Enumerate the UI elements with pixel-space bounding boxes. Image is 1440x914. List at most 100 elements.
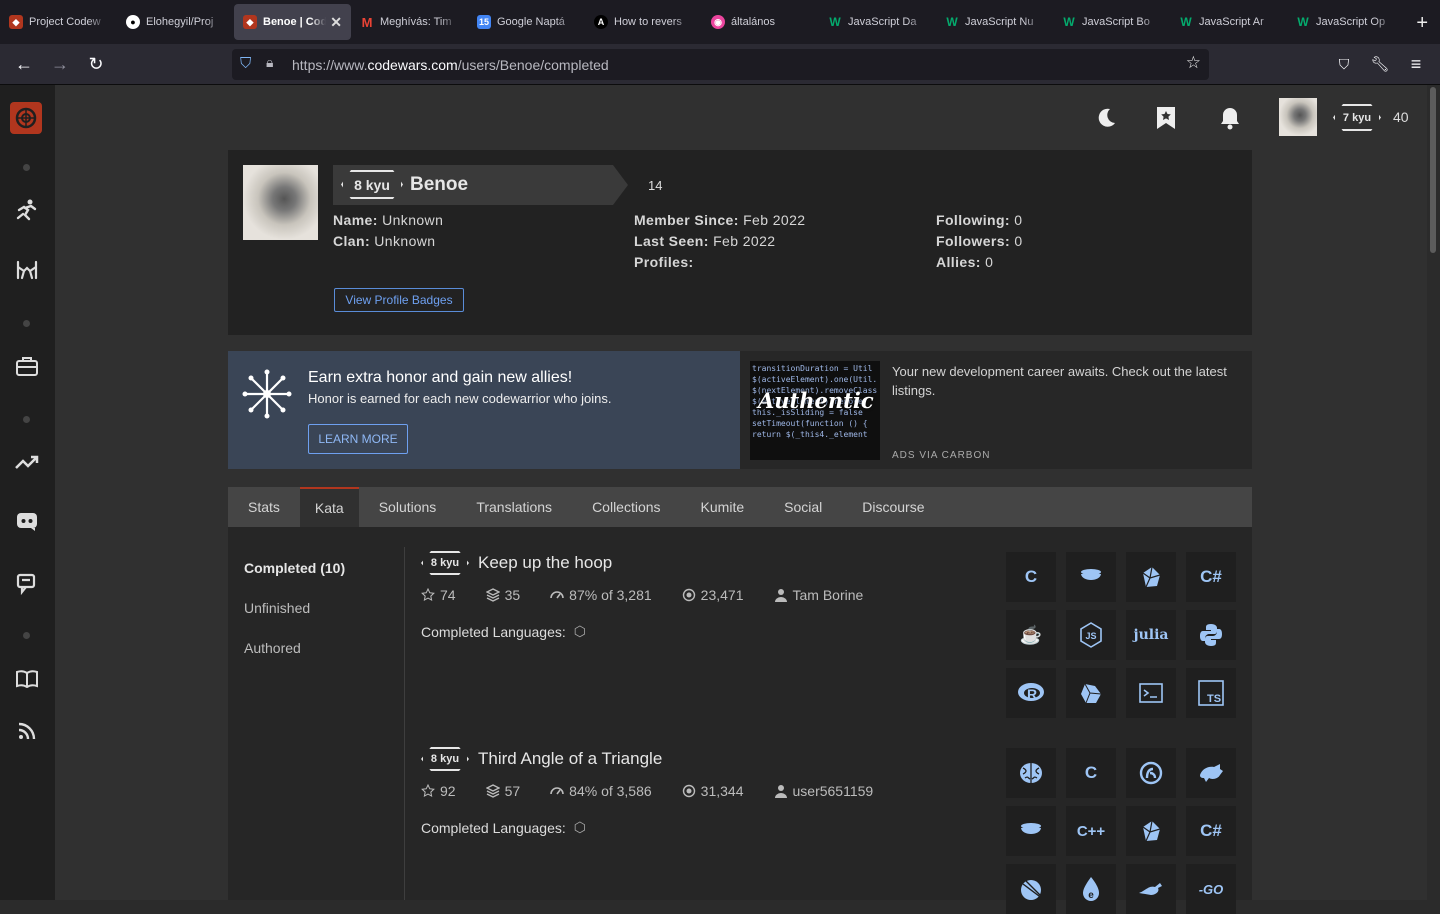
java-icon[interactable]: ☕ — [1006, 610, 1056, 660]
brainfuck-icon[interactable] — [1006, 748, 1056, 798]
shield-icon[interactable]: ⛉ — [240, 55, 251, 72]
tab-stats[interactable]: Stats — [228, 487, 300, 527]
coffeescript-icon[interactable] — [1066, 552, 1116, 602]
discord-icon[interactable] — [13, 508, 41, 536]
kata-title[interactable]: Keep up the hoop — [478, 553, 612, 573]
new-tab-icon[interactable]: + — [1416, 12, 1428, 35]
close-tab-icon[interactable]: ✕ — [330, 14, 342, 31]
dart-icon[interactable] — [1006, 864, 1056, 914]
url-domain: codewars.com — [367, 56, 458, 73]
tab-discourse[interactable]: Discourse — [842, 487, 944, 527]
python-icon[interactable] — [1186, 610, 1236, 660]
codewars-logo[interactable] — [10, 102, 42, 134]
browser-tab[interactable]: 15 Google Naptá — [468, 4, 585, 40]
user-avatar[interactable] — [1279, 98, 1317, 136]
calendar-icon: 15 — [477, 15, 491, 29]
browser-tab[interactable]: W JavaScript Op — [1287, 4, 1404, 40]
learn-more-button[interactable]: LEARN MORE — [308, 424, 408, 454]
leaderboard-icon[interactable] — [13, 448, 41, 476]
nav-completed[interactable]: Completed (10) — [244, 560, 345, 576]
elixir-icon[interactable]: e — [1066, 864, 1116, 914]
chat-icon[interactable] — [13, 570, 41, 598]
clojure-icon[interactable] — [1126, 748, 1176, 798]
nav-unfinished[interactable]: Unfinished — [244, 600, 310, 616]
tab-kata[interactable]: Kata — [299, 487, 359, 527]
browser-tab-active[interactable]: ◆ Benoe | Cod ✕ — [234, 4, 351, 40]
kata-stars[interactable]: 74 — [421, 587, 471, 603]
browser-tab-bar: ◆ Project Codew ● Elohegyil/Proj ◆ Benoe | … — [0, 0, 1440, 44]
settings-hex-icon[interactable]: ⬡ — [574, 819, 586, 836]
csharp-icon[interactable]: C# — [1186, 552, 1236, 602]
browser-tab[interactable]: W JavaScript Bo — [1053, 4, 1170, 40]
crystal-icon[interactable] — [1126, 806, 1176, 856]
briefcase-icon[interactable] — [13, 352, 41, 380]
browser-tab[interactable]: ● Elohegyil/Proj — [117, 4, 234, 40]
nav-authored[interactable]: Authored — [244, 640, 301, 656]
rss-icon[interactable] — [13, 717, 41, 745]
crystal-icon[interactable] — [1126, 552, 1176, 602]
kata-collections[interactable]: 57 — [485, 783, 536, 799]
tab-solutions[interactable]: Solutions — [359, 487, 457, 527]
browser-tab[interactable]: ◉ általános — [702, 4, 819, 40]
docs-book-icon[interactable] — [13, 665, 41, 693]
browser-tab[interactable]: ◆ Project Codew — [0, 4, 117, 40]
kata-collections[interactable]: 35 — [485, 587, 536, 603]
kata-author[interactable]: Tam Borine — [774, 587, 879, 603]
csharp-icon[interactable]: C# — [1186, 806, 1236, 856]
shell-icon[interactable] — [1126, 668, 1176, 718]
browser-tab[interactable]: A How to revers — [585, 4, 702, 40]
kata-stars[interactable]: 92 — [421, 783, 471, 799]
ad-image[interactable]: transitionDuration = Util $(activeElement… — [750, 361, 880, 460]
tab-collections[interactable]: Collections — [572, 487, 680, 527]
reason-icon[interactable] — [1066, 668, 1116, 718]
r-icon[interactable]: R — [1006, 668, 1056, 718]
practice-icon[interactable] — [13, 196, 41, 224]
kata-languages-grid: C C++ C# e -GO — [1006, 748, 1236, 914]
back-icon[interactable]: ← — [12, 52, 36, 76]
c-icon[interactable]: C — [1006, 552, 1056, 602]
browser-tab[interactable]: M Meghívás: Tim — [351, 4, 468, 40]
c-icon[interactable]: C — [1066, 748, 1116, 798]
page-scrollbar[interactable] — [1427, 85, 1440, 900]
elm-icon[interactable] — [1126, 864, 1176, 914]
tab-social[interactable]: Social — [764, 487, 842, 527]
ad-text[interactable]: Your new development career awaits. Chec… — [892, 362, 1232, 400]
cpp-icon[interactable]: C++ — [1066, 806, 1116, 856]
profile-avatar — [243, 165, 318, 240]
view-profile-badges-button[interactable]: View Profile Badges — [334, 288, 464, 312]
browser-tab[interactable]: W JavaScript Nu — [936, 4, 1053, 40]
followers-label: Followers: — [936, 233, 1011, 249]
julia-icon[interactable]: julia — [1126, 610, 1176, 660]
settings-hex-icon[interactable]: ⬡ — [574, 623, 586, 640]
notification-bell-icon[interactable] — [1216, 103, 1244, 133]
wrench-icon[interactable]: 🔧︎ — [1368, 52, 1392, 76]
kata-title[interactable]: Third Angle of a Triangle — [478, 749, 662, 769]
pocket-icon[interactable]: ⛉ — [1332, 52, 1356, 76]
dark-mode-moon-icon[interactable] — [1092, 103, 1120, 133]
tab-kumite[interactable]: Kumite — [681, 487, 765, 527]
target-icon — [682, 784, 695, 798]
menu-icon[interactable]: ≡ — [1404, 52, 1428, 76]
kata-satisfaction: 87% of 3,281 — [550, 587, 667, 603]
forward-icon[interactable]: → — [48, 52, 72, 76]
header-rank-badge[interactable]: 7 kyu — [1333, 104, 1381, 131]
nodejs-icon[interactable]: JS — [1066, 610, 1116, 660]
ads-via-carbon[interactable]: ADS VIA CARBON — [892, 450, 990, 461]
bookmark-star-icon[interactable]: ☆ — [1186, 53, 1201, 73]
fight-icon[interactable] — [13, 256, 41, 284]
url-bar[interactable]: ⛉ 🔒︎ https://www. codewars.com/users/Beno… — [232, 49, 1209, 80]
bookmark-icon[interactable] — [1152, 103, 1180, 133]
last-seen-value: Feb 2022 — [713, 233, 776, 249]
typescript-icon[interactable]: TS — [1186, 668, 1236, 718]
browser-tab[interactable]: W JavaScript Da — [819, 4, 936, 40]
scrollbar-thumb[interactable] — [1430, 87, 1436, 253]
browser-tab[interactable]: W JavaScript Ar — [1170, 4, 1287, 40]
tab-translations[interactable]: Translations — [456, 487, 572, 527]
reload-icon[interactable]: ↻ — [84, 52, 108, 76]
kata-author[interactable]: user5651159 — [774, 783, 889, 799]
lock-icon[interactable]: 🔒︎ — [266, 54, 273, 71]
star-icon — [421, 588, 435, 602]
coffeescript-icon[interactable] — [1006, 806, 1056, 856]
cobol-icon[interactable] — [1186, 748, 1236, 798]
go-icon[interactable]: -GO — [1186, 864, 1236, 914]
